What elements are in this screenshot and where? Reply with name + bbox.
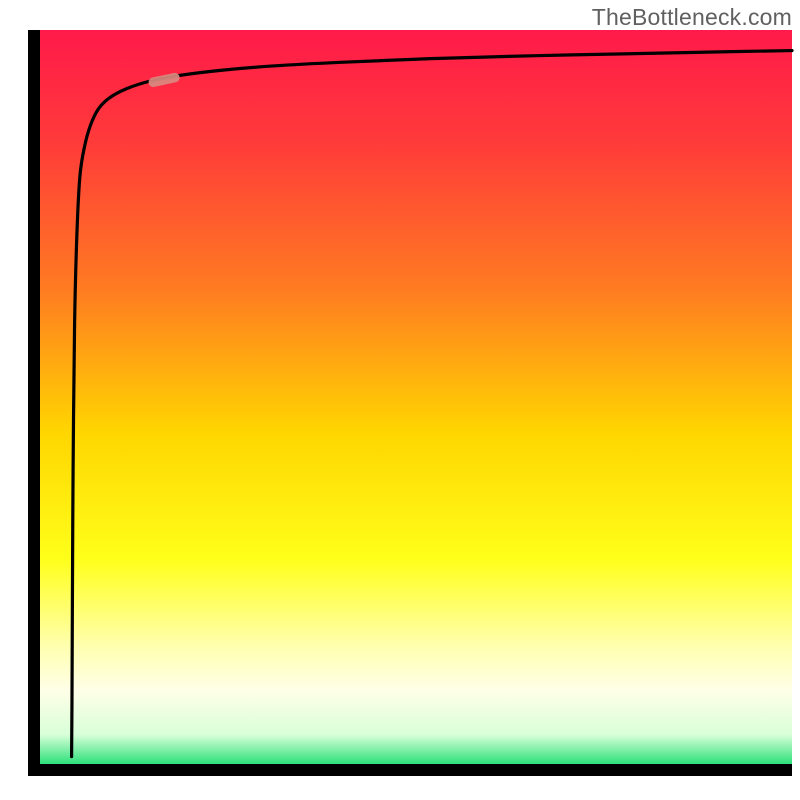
watermark-text: TheBottleneck.com (592, 4, 792, 31)
y-axis-border (28, 30, 40, 776)
plot-background (40, 30, 792, 764)
x-axis-border (28, 764, 792, 776)
bottleneck-chart (0, 0, 800, 800)
chart-container: TheBottleneck.com (0, 0, 800, 800)
